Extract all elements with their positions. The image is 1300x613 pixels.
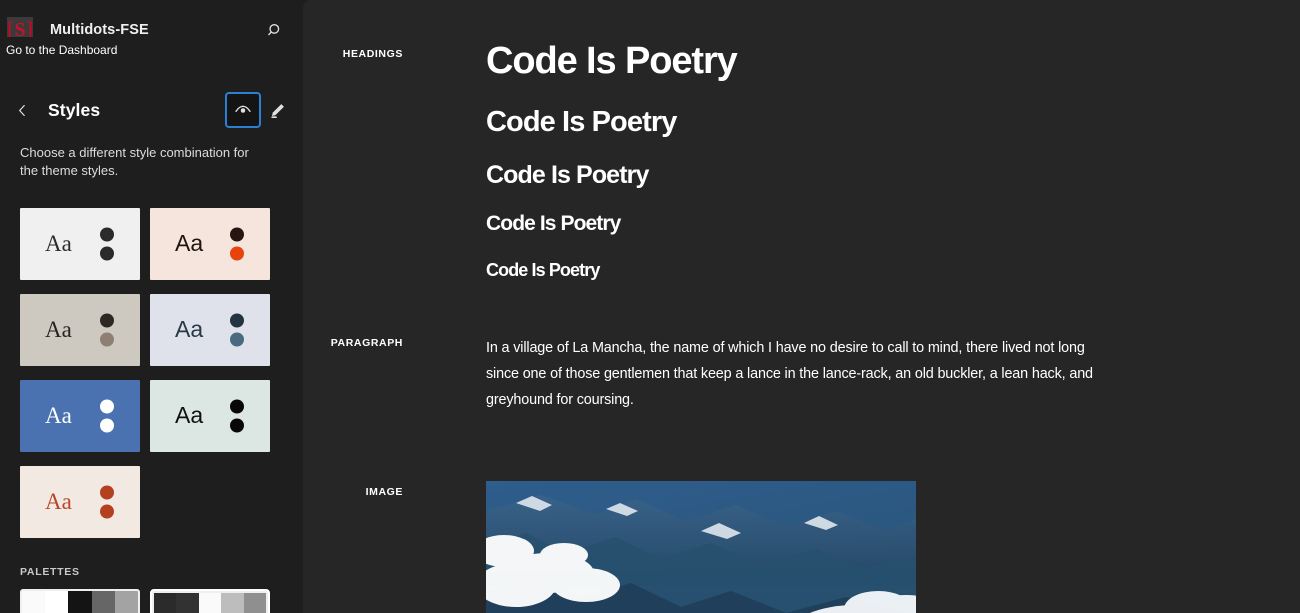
stylebook-image-section: IMAGE bbox=[303, 413, 1300, 613]
stylebook-headings-section: HEADINGS Code Is Poetry Code Is Poetry C… bbox=[303, 0, 1300, 280]
variation-preview-text: Aa bbox=[175, 404, 203, 427]
style-variation-6[interactable]: Aa bbox=[150, 380, 270, 452]
style-variation-3[interactable]: Aa bbox=[20, 294, 140, 366]
heading-level-4: Code Is Poetry bbox=[486, 212, 1300, 236]
chevron-left-icon[interactable] bbox=[6, 94, 38, 126]
sidebar-header: [S] Multidots-FSE Go to the Dashboard bbox=[0, 0, 303, 60]
variation-color-dots bbox=[100, 313, 114, 346]
variation-color-dots bbox=[100, 227, 114, 260]
palette-color-swatch bbox=[22, 591, 45, 613]
variation-preview-text: Aa bbox=[45, 490, 72, 513]
heading-level-1: Code Is Poetry bbox=[486, 40, 1300, 83]
style-variation-4[interactable]: Aa bbox=[150, 294, 270, 366]
palette-color-swatch bbox=[68, 591, 91, 613]
palette-color-swatch bbox=[176, 593, 198, 613]
editor-canvas-area: HEADINGS Code Is Poetry Code Is Poetry C… bbox=[303, 0, 1300, 613]
style-variations-grid: Aa Aa Aa Aa Aa Aa bbox=[0, 181, 303, 538]
pencil-icon[interactable] bbox=[261, 94, 293, 126]
palettes-section: PALETTES bbox=[0, 538, 303, 613]
palette-color-swatch bbox=[92, 591, 115, 613]
palette-color-swatch bbox=[45, 591, 68, 613]
palettes-label: PALETTES bbox=[20, 566, 303, 578]
image-label: IMAGE bbox=[303, 481, 403, 498]
headings-label: HEADINGS bbox=[303, 40, 403, 60]
palette-2[interactable] bbox=[150, 589, 270, 613]
dashboard-tooltip: Go to the Dashboard bbox=[0, 37, 126, 64]
style-variation-5[interactable]: Aa bbox=[20, 380, 140, 452]
variation-color-dots bbox=[230, 313, 244, 346]
paragraph-text: In a village of La Mancha, the name of w… bbox=[486, 335, 1108, 414]
search-icon[interactable] bbox=[259, 14, 291, 46]
style-variation-7[interactable]: Aa bbox=[20, 466, 140, 538]
variation-color-dots bbox=[230, 399, 244, 432]
variation-color-dots bbox=[100, 399, 114, 432]
heading-level-3: Code Is Poetry bbox=[486, 161, 1300, 189]
panel-description: Choose a different style combination for… bbox=[0, 138, 292, 181]
variation-preview-text: Aa bbox=[175, 318, 203, 341]
variation-preview-text: Aa bbox=[45, 404, 72, 427]
palette-color-swatch bbox=[244, 593, 266, 613]
site-title: Multidots-FSE bbox=[50, 22, 149, 38]
paragraph-label: PARAGRAPH bbox=[303, 335, 403, 349]
variation-color-dots bbox=[230, 227, 244, 260]
stylebook-paragraph-section: PARAGRAPH In a village of La Mancha, the… bbox=[303, 280, 1300, 414]
site-editor-app: [S] Multidots-FSE Go to the Dashboard St… bbox=[0, 0, 1300, 613]
style-book: HEADINGS Code Is Poetry Code Is Poetry C… bbox=[303, 0, 1300, 613]
styles-sidebar: [S] Multidots-FSE Go to the Dashboard St… bbox=[0, 0, 303, 613]
palette-color-swatch bbox=[221, 593, 243, 613]
palette-color-swatch bbox=[154, 593, 176, 613]
mountain-photo bbox=[486, 481, 916, 613]
variation-preview-text: Aa bbox=[45, 318, 72, 341]
eye-icon[interactable] bbox=[227, 94, 259, 126]
style-variation-1[interactable]: Aa bbox=[20, 208, 140, 280]
paragraph-preview[interactable]: In a village of La Mancha, the name of w… bbox=[403, 335, 1300, 414]
palettes-grid bbox=[20, 589, 303, 613]
palette-color-swatch bbox=[115, 591, 138, 613]
style-book-canvas[interactable]: HEADINGS Code Is Poetry Code Is Poetry C… bbox=[303, 0, 1300, 613]
variation-color-dots bbox=[100, 485, 114, 518]
heading-level-2: Code Is Poetry bbox=[486, 106, 1300, 138]
panel-header-actions bbox=[227, 94, 293, 126]
page-title: Styles bbox=[48, 100, 100, 121]
palette-color-swatch bbox=[199, 593, 221, 613]
heading-level-5: Code Is Poetry bbox=[486, 260, 1300, 280]
style-variation-2[interactable]: Aa bbox=[150, 208, 270, 280]
headings-preview[interactable]: Code Is Poetry Code Is Poetry Code Is Po… bbox=[403, 40, 1300, 280]
variation-preview-text: Aa bbox=[45, 232, 72, 255]
variation-preview-text: Aa bbox=[175, 232, 203, 255]
styles-panel-header: Styles bbox=[0, 82, 303, 138]
image-preview[interactable] bbox=[403, 481, 1300, 613]
palette-1[interactable] bbox=[20, 589, 140, 613]
